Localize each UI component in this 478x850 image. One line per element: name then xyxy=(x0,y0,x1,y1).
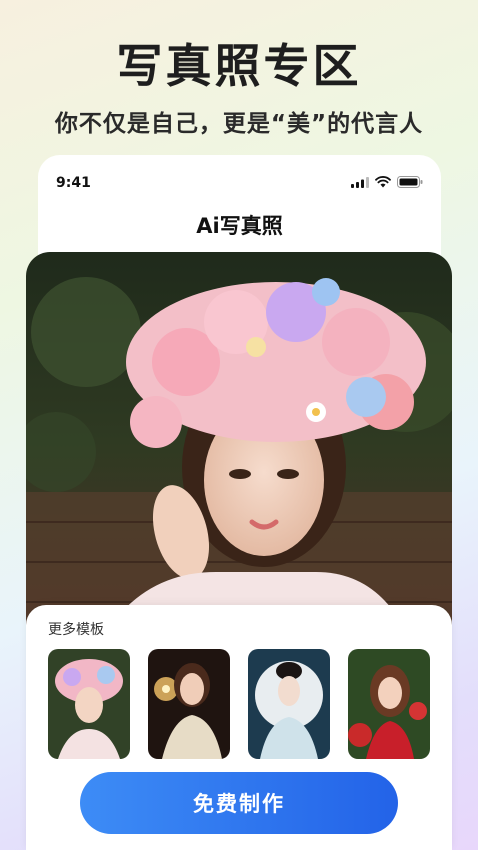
template-list xyxy=(48,649,430,759)
template-thumb-roses[interactable] xyxy=(348,649,430,759)
promo-subline: 你不仅是自己，更是“美”的代言人 xyxy=(54,111,424,137)
template-thumb-sparkler[interactable] xyxy=(148,649,230,759)
signal-icon xyxy=(351,177,369,188)
status-icons xyxy=(351,176,423,188)
templates-title: 更多模板 xyxy=(48,622,104,638)
status-time: 9:41 xyxy=(56,175,91,191)
wifi-icon xyxy=(375,176,391,188)
templates-panel: 更多模板 免费制作 xyxy=(26,605,452,850)
promo-headline: 写真照专区 xyxy=(116,39,362,93)
template-thumb-flower[interactable] xyxy=(48,649,130,759)
hero-portrait-image xyxy=(26,252,452,632)
app-title: Ai写真照 xyxy=(196,214,283,238)
template-thumb-moon[interactable] xyxy=(248,649,330,759)
battery-icon xyxy=(397,176,423,188)
free-create-button[interactable]: 免费制作 xyxy=(80,772,398,834)
